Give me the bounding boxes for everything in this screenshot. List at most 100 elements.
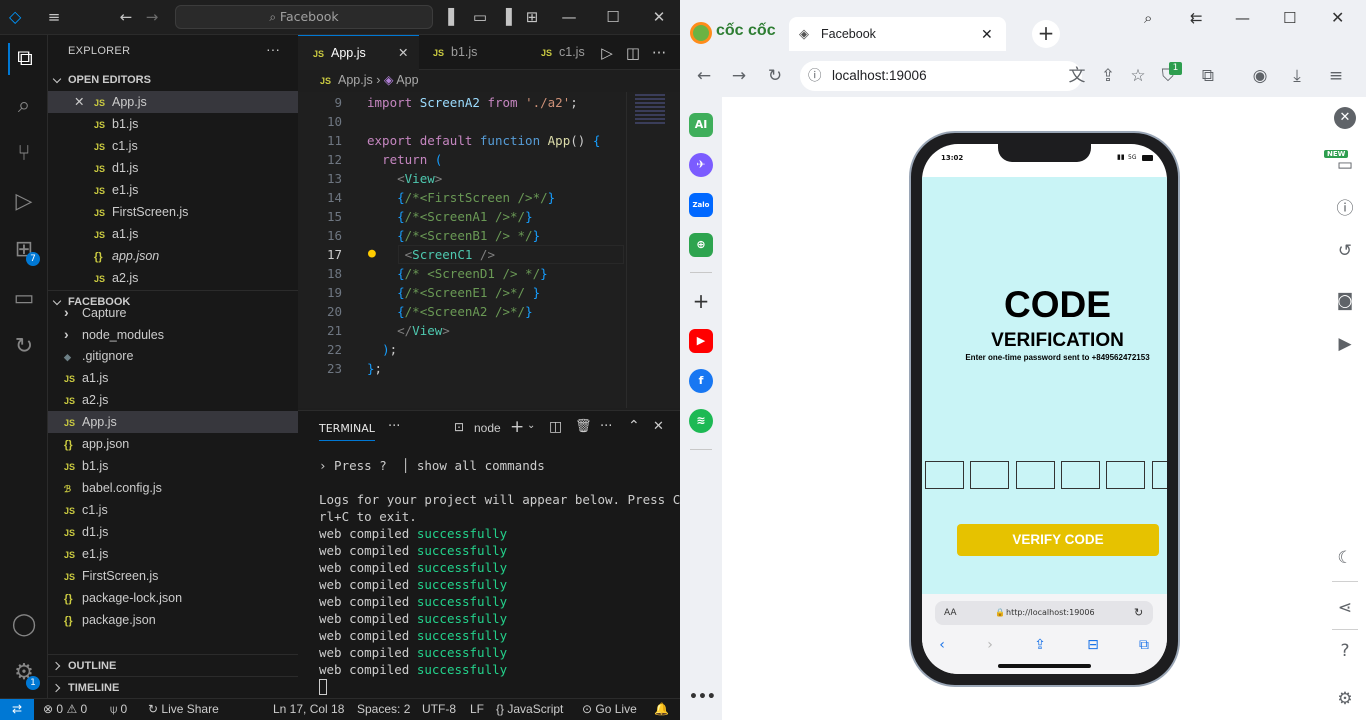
end-of-line[interactable]: LF [470, 702, 484, 716]
editor-more-icon[interactable]: ··· [650, 44, 668, 62]
run-file-icon[interactable]: ▷ [598, 44, 616, 62]
file-tree-item[interactable]: JS e1.js [48, 543, 298, 565]
open-editor-item[interactable]: JS c1.js [48, 135, 298, 157]
camera-icon[interactable]: ◙ [1334, 290, 1356, 312]
safari-tabs-icon[interactable]: ⧉ [1134, 635, 1154, 655]
file-tree-item[interactable]: JS c1.js [48, 499, 298, 521]
timeline-header[interactable]: TIMELINE [48, 676, 298, 698]
safari-bookmarks-icon[interactable]: ⊟ [1083, 635, 1103, 655]
toggle-secondary-sidebar-icon[interactable]: ▐ [497, 8, 515, 26]
zalo-icon[interactable]: Zalo [689, 193, 713, 217]
file-tree-item[interactable]: ℬbabel.config.js [48, 477, 298, 499]
minimize-icon[interactable]: — [560, 8, 578, 26]
messenger-icon[interactable]: ✈ [689, 153, 713, 177]
open-editor-item[interactable]: ✕ JS App.js [48, 91, 298, 113]
terminal-dropdown-icon[interactable]: ⌄ [527, 420, 535, 431]
close-window-icon[interactable]: ✕ [1331, 8, 1344, 27]
notifications-bell-icon[interactable]: 🔔 [654, 702, 669, 716]
new-tab-button[interactable]: + [1032, 20, 1060, 48]
file-tree-item[interactable]: JS b1.js [48, 455, 298, 477]
browser-tab-facebook[interactable]: ◈ Facebook ✕ [789, 17, 1006, 51]
encoding[interactable]: UTF-8 [422, 702, 456, 716]
video-record-icon[interactable]: ▶ [1334, 333, 1356, 355]
forward-icon[interactable]: → [728, 65, 750, 87]
close-window-icon[interactable]: ✕ [650, 8, 668, 26]
translate-icon[interactable]: 文 [1066, 65, 1088, 87]
safari-forward-icon[interactable]: › [980, 635, 1000, 655]
close-editor-icon[interactable]: ✕ [74, 91, 84, 113]
forward-arrow-icon[interactable]: → [143, 8, 161, 26]
safari-address-bar[interactable]: AA 🔒 http://localhost:19006 ↻ [935, 601, 1153, 625]
live-share-status[interactable]: ↻ Live Share [148, 702, 219, 716]
back-icon[interactable]: ← [693, 65, 715, 87]
back-arrow-icon[interactable]: ← [117, 8, 135, 26]
outline-header[interactable]: OUTLINE [48, 654, 298, 676]
new-terminal-icon[interactable]: + [510, 417, 524, 437]
back-history-icon[interactable]: ⇇ [1190, 9, 1203, 27]
open-editor-item[interactable]: JS a1.js [48, 223, 298, 245]
file-tree-item[interactable]: {} app.json [48, 433, 298, 455]
customize-layout-icon[interactable]: ⊞ [523, 8, 541, 26]
terminal-shell-label[interactable]: node [474, 421, 501, 435]
otp-input[interactable] [925, 461, 964, 489]
minimize-icon[interactable]: — [1235, 9, 1250, 27]
maximize-icon[interactable]: ☐ [1283, 9, 1296, 27]
toggle-panel-icon[interactable]: ▭ [471, 8, 489, 26]
file-tree-item[interactable]: {} package-lock.json [48, 587, 298, 609]
youtube-icon[interactable]: ▶ [689, 329, 713, 353]
safari-back-icon[interactable]: ‹ [932, 635, 952, 655]
info-icon[interactable]: ⓘ [1334, 198, 1356, 220]
add-sidebar-app-icon[interactable]: + [689, 289, 713, 313]
device-toggle-icon[interactable]: ▭ [1334, 154, 1356, 176]
maximize-panel-icon[interactable]: ⌃ [628, 418, 640, 434]
dark-mode-moon-icon[interactable]: ☾ [1334, 547, 1356, 569]
ai-assistant-icon[interactable]: AI [689, 113, 713, 137]
file-tree-item[interactable]: JS a1.js [48, 367, 298, 389]
terminal-more-icon[interactable]: ··· [600, 419, 612, 434]
tab-b1-js[interactable]: JS b1.js [419, 35, 529, 70]
close-tab-icon[interactable]: ✕ [398, 36, 408, 71]
file-tree-item[interactable]: JS d1.js [48, 521, 298, 543]
open-editor-item[interactable]: JS b1.js [48, 113, 298, 135]
downloads-icon[interactable]: ⤓ [1286, 65, 1308, 87]
open-editor-item[interactable]: JS d1.js [48, 157, 298, 179]
reader-aa-label[interactable]: AA [944, 601, 957, 625]
help-icon[interactable]: ? [1334, 640, 1356, 662]
extensions-puzzle-icon[interactable]: ⧉ [1197, 65, 1219, 87]
breadcrumb-file[interactable]: App.js [338, 73, 373, 87]
breadcrumb-symbol[interactable]: App [396, 73, 418, 87]
remote-indicator[interactable]: ⇄ [0, 699, 34, 720]
file-tree-item[interactable]: ◆ .gitignore [48, 345, 298, 367]
tab-terminal[interactable]: TERMINAL [319, 422, 375, 441]
file-tree-item[interactable]: JS FirstScreen.js [48, 565, 298, 587]
close-icon[interactable]: ✕ [1334, 107, 1356, 129]
tab-c1-js[interactable]: JS c1.js [529, 35, 599, 70]
otp-input[interactable] [970, 461, 1009, 489]
otp-input[interactable] [1152, 461, 1167, 489]
browser-menu-icon[interactable]: ≡ [1325, 65, 1347, 87]
run-debug-icon[interactable]: ▷ [8, 186, 40, 218]
indentation[interactable]: Spaces: 2 [357, 702, 410, 716]
panel-more-icon[interactable]: ··· [388, 419, 400, 434]
otp-input[interactable] [1106, 461, 1145, 489]
game-controller-icon[interactable]: ⊕ [689, 233, 713, 257]
profile-icon[interactable]: ◉ [1249, 65, 1271, 87]
file-tree-item[interactable]: › Capture [48, 301, 298, 323]
reload-icon[interactable]: ↻ [764, 65, 786, 87]
source-control-icon[interactable]: ⑂ [8, 138, 40, 170]
search-view-icon[interactable]: ⌕ [8, 90, 40, 122]
site-info-icon[interactable]: ⓘ [808, 61, 822, 91]
minimap[interactable] [626, 92, 680, 408]
otp-input[interactable] [1016, 461, 1055, 489]
cursor-position[interactable]: Ln 17, Col 18 [273, 702, 344, 716]
spotify-icon[interactable]: ≋ [689, 409, 713, 433]
file-tree-item[interactable]: JS App.js [48, 411, 298, 433]
settings-gear-icon[interactable]: ⚙ [1334, 688, 1356, 710]
address-bar[interactable]: ⓘ localhost:19006 [800, 61, 1082, 91]
code-editor[interactable]: 9 10 11 12 13 14 15 16 17 18 19 20 21 22 23 ● import S… [298, 92, 680, 408]
facebook-icon[interactable]: f [689, 369, 713, 393]
open-editors-header[interactable]: OPEN EDITORS [48, 69, 298, 91]
open-editor-item[interactable]: JS FirstScreen.js [48, 201, 298, 223]
open-editor-item[interactable]: JS e1.js [48, 179, 298, 201]
toggle-sidebar-icon[interactable]: ▌ [445, 8, 463, 26]
